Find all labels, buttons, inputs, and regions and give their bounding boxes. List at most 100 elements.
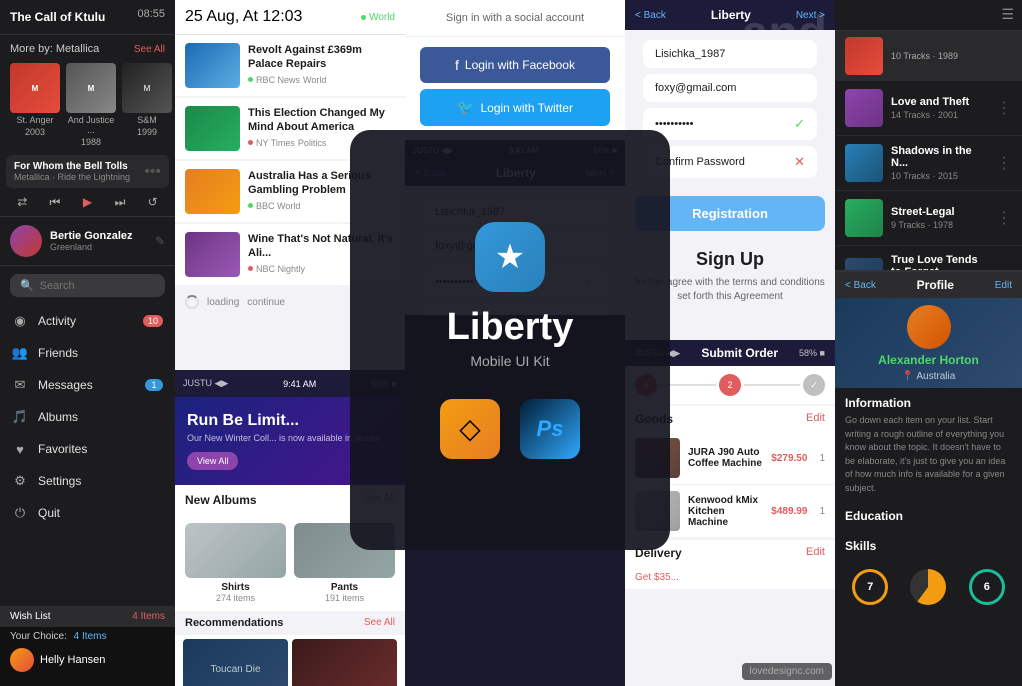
news-thumb-3 — [185, 169, 240, 214]
sidebar-item-friends[interactable]: 👥 Friends — [0, 337, 175, 369]
track-info-top: 10 Tracks · 1989 — [891, 51, 958, 61]
sidebar-item-messages[interactable]: ✉ Messages 1 — [0, 369, 175, 401]
view-all-button[interactable]: View All — [187, 452, 238, 470]
sidebar-item-albums[interactable]: 🎵 Albums — [0, 401, 175, 433]
music-more-1[interactable]: ⋮ — [996, 98, 1012, 118]
music-meta-3: 9 Tracks · 1978 — [891, 220, 988, 230]
reg-back-btn[interactable]: < Back — [635, 10, 666, 21]
twitter-login-button[interactable]: 🐦 Login with Twitter — [420, 89, 610, 126]
album-item-1[interactable]: M St. Anger 2003 — [10, 63, 60, 147]
music-item-1[interactable]: Love and Theft 14 Tracks · 2001 ⋮ — [835, 81, 1022, 136]
watermark: lovedesignc.com — [742, 663, 832, 680]
reg-password: •••••••••• — [655, 118, 794, 130]
search-input[interactable] — [40, 280, 155, 292]
and-text: and — [742, 7, 827, 60]
information-title: Information — [845, 396, 1012, 410]
shop-item-shirts[interactable]: Shirts 274 items — [185, 523, 286, 603]
reg-email: foxy@gmail.com — [655, 82, 805, 94]
edit-icon[interactable]: ✎ — [155, 234, 165, 248]
source-dot-2 — [248, 140, 253, 145]
prev-icon[interactable]: ⏮ — [45, 192, 65, 212]
sidebar-item-quit[interactable]: ⏻ Quit — [0, 497, 175, 529]
music-item-2[interactable]: Shadows in the N... 10 Tracks · 2015 ⋮ — [835, 136, 1022, 191]
skill-donut-chart — [910, 569, 946, 605]
more-by-section: More by: Metallica See All — [0, 35, 175, 63]
messages-badge: 1 — [145, 379, 163, 391]
goods-name-2: Kenwood kMix Kitchen Machine — [688, 495, 763, 528]
delivery-edit[interactable]: Edit — [806, 546, 825, 560]
goods-name-1: JURA J90 Auto Coffee Machine — [688, 447, 763, 469]
reg-error-icon: ✕ — [794, 154, 805, 170]
now-playing-bar[interactable]: For Whom the Bell Tolls Metallica · Ride… — [6, 155, 169, 188]
music-more-3[interactable]: ⋮ — [996, 208, 1012, 228]
profile-edit-btn[interactable]: Edit — [995, 280, 1012, 291]
wish-list-label: Wish List — [10, 611, 51, 622]
goods-edit[interactable]: Edit — [806, 412, 825, 426]
liberty-icon-badge: ★ — [475, 222, 545, 292]
albums-label: Albums — [38, 410, 163, 424]
continue-text: continue — [247, 297, 285, 308]
facebook-icon: f — [455, 57, 459, 73]
delivery-price-row: Get $35... — [625, 566, 835, 589]
user-section: Bertie Gonzalez Greenland ✎ — [0, 217, 175, 266]
news-item-1[interactable]: Revolt Against £369m Palace Repairs RBC … — [175, 35, 405, 96]
news-thumb-4 — [185, 232, 240, 277]
profile-education: Education — [835, 503, 1022, 533]
album-year-2: 1988 — [66, 137, 116, 147]
world-dot — [361, 15, 366, 20]
more-icon[interactable]: ••• — [144, 163, 161, 181]
next-icon[interactable]: ⏭ — [110, 192, 130, 212]
sidebar-item-activity[interactable]: ◉ Activity 10 — [0, 305, 175, 337]
music-item-3[interactable]: Street-Legal 9 Tracks · 1978 ⋮ — [835, 191, 1022, 246]
music-info-1: Love and Theft 14 Tracks · 2001 — [891, 96, 988, 120]
music-info-2: Shadows in the N... 10 Tracks · 2015 — [891, 145, 988, 181]
music-thumb-street — [845, 199, 883, 237]
shirt-count: 274 items — [185, 593, 286, 603]
shuffle-icon[interactable]: ⇄ — [12, 192, 32, 212]
right-menu-icon[interactable]: ☰ — [1001, 6, 1014, 22]
star-icon: ★ — [495, 237, 525, 277]
messages-icon: ✉ — [12, 377, 28, 393]
track-count-top: 10 Tracks · 1989 — [891, 51, 958, 61]
step-payment: 2 — [719, 374, 741, 396]
now-playing-title: For Whom the Bell Tolls — [14, 161, 144, 172]
play-controls: ⇄ ⏮ ▶ ⏭ ↺ — [0, 188, 175, 217]
profile-back-btn[interactable]: < Back — [845, 280, 876, 291]
album-year-3: 1999 — [122, 127, 172, 137]
facebook-login-button[interactable]: f Login with Facebook — [420, 47, 610, 83]
first-track-row[interactable]: 10 Tracks · 1989 — [835, 31, 1022, 81]
play-icon[interactable]: ▶ — [77, 192, 97, 212]
pants-name: Pants — [294, 582, 395, 593]
shirt-image — [185, 523, 286, 578]
album-item-2[interactable]: M And Justice ... 1988 — [66, 63, 116, 147]
friends-label: Friends — [38, 346, 163, 360]
loading-text: loading — [207, 297, 239, 308]
news-source-1: RBC News World — [248, 75, 395, 85]
profile-name: Alexander Horton — [878, 353, 979, 367]
music-more-2[interactable]: ⋮ — [996, 153, 1012, 173]
album-item-3[interactable]: M S&M 1999 — [122, 63, 172, 147]
see-all-link[interactable]: See All — [134, 44, 165, 55]
album-row: M St. Anger 2003 M And Justice ... 1988 … — [0, 63, 175, 155]
reg-field-password[interactable]: •••••••••• ✓ — [643, 108, 817, 140]
rec-see-all[interactable]: See All — [364, 617, 395, 629]
user-info: Bertie Gonzalez Greenland — [50, 230, 133, 252]
messages-label: Messages — [38, 378, 135, 392]
reg-field-email[interactable]: foxy@gmail.com — [643, 74, 817, 102]
news-header: 25 Aug, At 12:03 World — [175, 0, 405, 35]
news-title-1: Revolt Against £369m Palace Repairs — [248, 43, 395, 72]
helly-item: Helly Hansen — [0, 646, 175, 674]
music-app-header: The Call of Ktulu 08:55 — [0, 0, 175, 35]
activity-badge: 10 — [143, 315, 163, 327]
now-playing-artist: Metallica · Ride the Lightning — [14, 172, 144, 182]
profile-title: Profile — [917, 278, 954, 292]
liberty-tools: ◇ Ps — [440, 399, 580, 459]
source-dot-4 — [248, 266, 253, 271]
news-date: 25 Aug, At 12:03 — [185, 8, 302, 26]
sidebar-item-settings[interactable]: ⚙ Settings — [0, 465, 175, 497]
sidebar-item-favorites[interactable]: ♥ Favorites — [0, 433, 175, 465]
repeat-icon[interactable]: ↺ — [143, 192, 163, 212]
search-bar[interactable]: 🔍 — [10, 274, 165, 297]
settings-label: Settings — [38, 474, 163, 488]
track-thumb-top — [845, 37, 883, 75]
